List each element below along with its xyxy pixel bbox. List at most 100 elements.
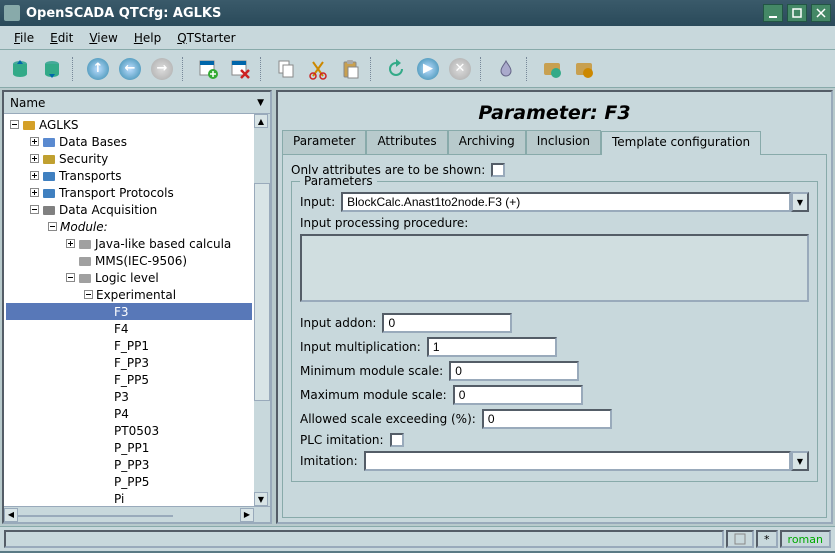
tree-header[interactable]: Name▼ xyxy=(4,92,270,114)
exceed-input[interactable] xyxy=(482,409,612,429)
imit-combo[interactable] xyxy=(364,451,791,471)
plc-checkbox[interactable] xyxy=(390,433,404,447)
tree-item[interactable]: Transport Protocols xyxy=(6,184,252,201)
mult-input[interactable] xyxy=(427,337,557,357)
tree-toggle-icon[interactable] xyxy=(82,289,94,301)
tree-item[interactable]: Java-like based calcula xyxy=(6,235,252,252)
tree-item[interactable]: Logic level xyxy=(6,269,252,286)
tree-toggle-icon[interactable] xyxy=(46,221,58,233)
imit-label: Imitation: xyxy=(300,454,358,468)
tree-toggle-icon[interactable] xyxy=(64,272,76,284)
tab-archiving[interactable]: Archiving xyxy=(448,130,526,154)
nav-forward-button[interactable]: → xyxy=(148,55,176,83)
close-button[interactable] xyxy=(811,4,831,22)
min-scale-input[interactable] xyxy=(449,361,579,381)
max-scale-label: Maximum module scale: xyxy=(300,388,447,402)
tree-item[interactable]: P_PP3 xyxy=(6,456,252,473)
tree-item[interactable]: F_PP1 xyxy=(6,337,252,354)
main-area: Name▼ AGLKSData BasesSecurityTransportsT… xyxy=(0,88,835,526)
max-scale-input[interactable] xyxy=(453,385,583,405)
item-delete-button[interactable] xyxy=(226,55,254,83)
input-combo[interactable] xyxy=(341,192,791,212)
tab-template-configuration[interactable]: Template configuration xyxy=(601,131,761,155)
tree-item[interactable]: MMS(IEC-9506) xyxy=(6,252,252,269)
tree-toggle-icon[interactable] xyxy=(28,136,40,148)
tree-scrollbar-horizontal[interactable]: ◀ ▶ xyxy=(4,506,270,522)
item-add-button[interactable] xyxy=(194,55,222,83)
maximize-button[interactable] xyxy=(787,4,807,22)
mod-icon xyxy=(78,254,92,268)
input-combo-button[interactable]: ▼ xyxy=(791,192,809,212)
nav-back-button[interactable]: ← xyxy=(116,55,144,83)
tree-item[interactable]: Module: xyxy=(6,218,252,235)
imit-combo-button[interactable]: ▼ xyxy=(791,451,809,471)
tab-attributes[interactable]: Attributes xyxy=(366,130,447,154)
only-attrs-checkbox[interactable] xyxy=(491,163,505,177)
tab-inclusion[interactable]: Inclusion xyxy=(526,130,601,154)
titlebar: OpenSCADA QTCfg: AGLKS xyxy=(0,0,835,26)
tree-scrollbar-vertical[interactable]: ▲ ▼ xyxy=(254,114,270,506)
paste-button[interactable] xyxy=(336,55,364,83)
tree-toggle-icon[interactable] xyxy=(28,170,40,182)
tool1-button[interactable] xyxy=(538,55,566,83)
status-user[interactable]: roman xyxy=(780,530,831,548)
tab-content: Only attributes are to be shown: Paramet… xyxy=(282,154,827,518)
copy-button[interactable] xyxy=(272,55,300,83)
db-icon xyxy=(42,135,56,149)
plc-label: PLC imitation: xyxy=(300,433,384,447)
proc-label: Input processing procedure: xyxy=(300,216,468,230)
tree-panel: Name▼ AGLKSData BasesSecurityTransportsT… xyxy=(2,90,272,524)
tab-parameter[interactable]: Parameter xyxy=(282,130,366,154)
tree-item[interactable]: Pi xyxy=(6,490,252,506)
mult-label: Input multiplication: xyxy=(300,340,421,354)
tree-item[interactable]: Data Bases xyxy=(6,133,252,150)
db-save-button[interactable] xyxy=(38,55,66,83)
stop-button[interactable]: ✕ xyxy=(446,55,474,83)
tree-item[interactable]: Experimental xyxy=(6,286,252,303)
content-panel: Parameter: F3 ParameterAttributesArchivi… xyxy=(276,90,833,524)
net-icon xyxy=(42,186,56,200)
tree-item[interactable]: Transports xyxy=(6,167,252,184)
tree-item[interactable]: P4 xyxy=(6,405,252,422)
menu-qtstarter[interactable]: QTStarter xyxy=(169,29,243,47)
db-load-button[interactable] xyxy=(6,55,34,83)
menu-edit[interactable]: Edit xyxy=(42,29,81,47)
menu-file[interactable]: File xyxy=(6,29,42,47)
tree-toggle-icon[interactable] xyxy=(28,187,40,199)
addon-label: Input addon: xyxy=(300,316,376,330)
run-button[interactable]: ▶ xyxy=(414,55,442,83)
minimize-button[interactable] xyxy=(763,4,783,22)
statusbar: * roman xyxy=(0,526,835,551)
tree-item[interactable]: Data Acquisition xyxy=(6,201,252,218)
menu-view[interactable]: View xyxy=(81,29,125,47)
cut-button[interactable] xyxy=(304,55,332,83)
tree-item[interactable]: P_PP5 xyxy=(6,473,252,490)
refresh-button[interactable] xyxy=(382,55,410,83)
tree-toggle-icon[interactable] xyxy=(28,204,40,216)
flame-button[interactable] xyxy=(492,55,520,83)
proc-textarea[interactable] xyxy=(300,234,809,302)
tree-toggle-icon[interactable] xyxy=(64,238,76,250)
tree-item[interactable]: F4 xyxy=(6,320,252,337)
menubar: File Edit View Help QTStarter xyxy=(0,26,835,50)
parameters-legend: Parameters xyxy=(300,174,377,188)
status-modified: * xyxy=(756,530,778,548)
tree-toggle-icon[interactable] xyxy=(8,119,20,131)
tree-toggle-icon[interactable] xyxy=(28,153,40,165)
tree-item[interactable]: P_PP1 xyxy=(6,439,252,456)
nav-up-button[interactable]: ↑ xyxy=(84,55,112,83)
tree-item[interactable]: Security xyxy=(6,150,252,167)
tree-root[interactable]: AGLKS xyxy=(6,116,252,133)
tree-item[interactable]: F_PP5 xyxy=(6,371,252,388)
tree-item[interactable]: P3 xyxy=(6,388,252,405)
parameters-fieldset: Parameters Input: ▼ Input processing pro… xyxy=(291,181,818,482)
mod-icon xyxy=(78,237,92,251)
addon-input[interactable] xyxy=(382,313,512,333)
tree-item[interactable]: F3 xyxy=(6,303,252,320)
tree-item[interactable]: PT0503 xyxy=(6,422,252,439)
tree-body[interactable]: AGLKSData BasesSecurityTransportsTranspo… xyxy=(4,114,254,506)
tree-item[interactable]: F_PP3 xyxy=(6,354,252,371)
menu-help[interactable]: Help xyxy=(126,29,169,47)
tool2-button[interactable] xyxy=(570,55,598,83)
folder-icon xyxy=(22,118,36,132)
